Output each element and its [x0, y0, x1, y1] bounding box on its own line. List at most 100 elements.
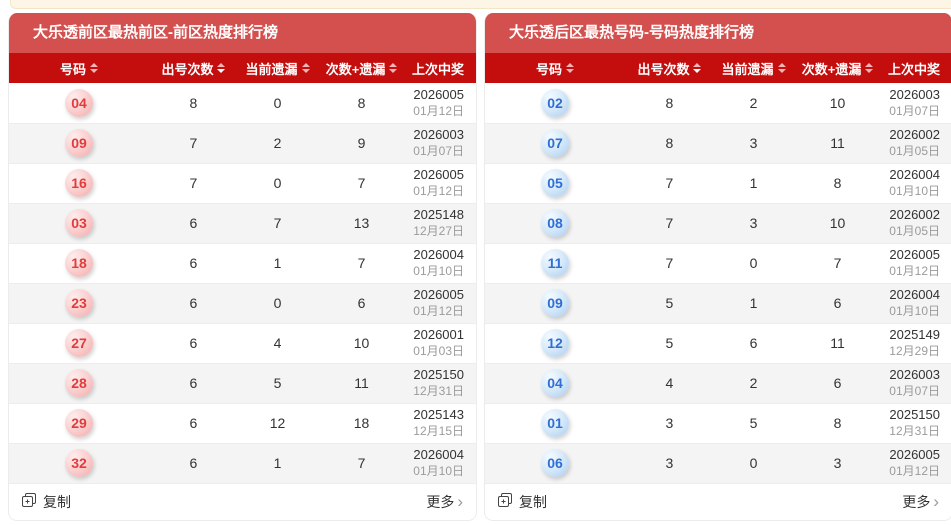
column-header-times[interactable]: 出号次数 — [149, 53, 238, 83]
copy-button[interactable]: 复制 — [22, 492, 71, 512]
current-miss-cell: 0 — [237, 283, 318, 324]
times-cell: 6 — [149, 323, 238, 364]
copy-icon — [498, 492, 513, 511]
draw-date: 01月03日 — [413, 344, 464, 358]
period-number: 2026005 — [889, 247, 940, 262]
column-header-times[interactable]: 出号次数 — [625, 53, 714, 83]
sum-cell: 6 — [793, 363, 882, 404]
current-miss-cell: 2 — [713, 83, 794, 124]
column-header-current-miss[interactable]: 当前遗漏 — [237, 53, 318, 83]
period-number: 2025150 — [413, 367, 464, 382]
column-header-times-plus-miss[interactable]: 次数+遗漏 — [793, 53, 882, 83]
last-win-cell: 2025148 12月27日 — [405, 203, 476, 244]
sort-icon — [693, 63, 702, 73]
panel-title: 大乐透前区最热前区-前区热度排行榜 — [9, 13, 476, 53]
current-miss-cell: 0 — [713, 443, 794, 484]
sort-icon — [865, 63, 874, 73]
last-win-cell: 2026002 01月05日 — [881, 123, 951, 164]
sum-cell: 11 — [793, 323, 882, 364]
sort-icon — [389, 63, 398, 73]
lottery-ball: 04 — [65, 88, 94, 117]
last-win-cell: 2025150 12月31日 — [881, 403, 951, 444]
period-number: 2026005 — [413, 86, 464, 102]
times-cell: 8 — [149, 83, 238, 124]
copy-button[interactable]: 复制 — [498, 492, 547, 512]
table-row: 03 6 7 13 2025148 12月27日 — [9, 203, 476, 244]
draw-date: 12月31日 — [413, 384, 464, 398]
table-row: 18 6 1 7 2026004 01月10日 — [9, 243, 476, 284]
period-number: 2026003 — [889, 367, 940, 382]
times-cell: 3 — [625, 443, 714, 484]
times-cell: 7 — [149, 123, 238, 164]
current-miss-cell: 6 — [713, 323, 794, 364]
last-win-cell: 2026005 01月12日 — [405, 163, 476, 204]
sum-cell: 13 — [317, 203, 406, 244]
table-row: 32 6 1 7 2026004 01月10日 — [9, 443, 476, 484]
lottery-ball: 18 — [65, 249, 94, 277]
panel-title: 大乐透后区最热号码-号码热度排行榜 — [485, 13, 951, 53]
times-cell: 8 — [625, 123, 714, 164]
last-win-cell: 2026005 01月12日 — [881, 243, 951, 284]
times-cell: 7 — [625, 203, 714, 244]
times-cell: 6 — [149, 403, 238, 444]
current-miss-cell: 0 — [713, 243, 794, 284]
column-header-times-plus-miss[interactable]: 次数+遗漏 — [317, 53, 406, 83]
lottery-ball: 32 — [65, 449, 94, 477]
lottery-ball: 05 — [541, 169, 570, 197]
lottery-ball: 02 — [541, 88, 570, 117]
current-miss-cell: 3 — [713, 203, 794, 244]
table-row: 27 6 4 10 2026001 01月03日 — [9, 323, 476, 364]
copy-label: 复制 — [519, 493, 547, 510]
column-header-last-win: 上次中奖 — [405, 53, 476, 83]
more-link[interactable]: 更多 › — [902, 492, 939, 512]
table-row: 29 6 12 18 2025143 12月15日 — [9, 403, 476, 444]
table-row: 04 4 2 6 2026003 01月07日 — [485, 363, 951, 404]
draw-date: 01月05日 — [889, 144, 940, 158]
table-row: 09 5 1 6 2026004 01月10日 — [485, 283, 951, 324]
draw-date: 12月29日 — [889, 344, 940, 358]
back-zone-table: 号码 出号次数 当前遗漏 次数+遗漏 上次中奖 02 8 2 10 2026003 01月07日 0… — [485, 53, 951, 484]
draw-date: 12月15日 — [413, 424, 464, 438]
period-number: 2026004 — [413, 247, 464, 262]
sum-cell: 11 — [793, 123, 882, 164]
times-cell: 7 — [625, 163, 714, 204]
sort-icon — [217, 63, 226, 73]
copy-label: 复制 — [43, 493, 71, 510]
more-label: 更多 — [426, 493, 455, 510]
draw-date: 01月07日 — [889, 103, 940, 118]
times-cell: 3 — [625, 403, 714, 444]
lottery-ball: 04 — [541, 369, 570, 397]
current-miss-cell: 12 — [237, 403, 318, 444]
current-miss-cell: 1 — [237, 443, 318, 484]
chevron-right-icon: › — [457, 492, 463, 511]
last-win-cell: 2026003 01月07日 — [881, 363, 951, 404]
table-row: 09 7 2 9 2026003 01月07日 — [9, 123, 476, 164]
front-zone-table: 号码 出号次数 当前遗漏 次数+遗漏 上次中奖 04 8 0 8 2026005 01月12日 09… — [9, 53, 476, 484]
draw-date: 12月31日 — [889, 424, 940, 438]
lottery-ball: 29 — [65, 409, 94, 437]
sort-icon — [90, 63, 99, 73]
sum-cell: 8 — [793, 163, 882, 204]
sum-cell: 9 — [317, 123, 406, 164]
sum-cell: 7 — [317, 243, 406, 284]
lottery-ball: 23 — [65, 289, 94, 317]
table-row: 07 8 3 11 2026002 01月05日 — [485, 123, 951, 164]
table-row: 11 7 0 7 2026005 01月12日 — [485, 243, 951, 284]
current-miss-cell: 7 — [237, 203, 318, 244]
lottery-ball: 27 — [65, 329, 94, 357]
lottery-ball: 01 — [541, 409, 570, 437]
current-miss-cell: 4 — [237, 323, 318, 364]
sum-cell: 11 — [317, 363, 406, 404]
column-header-number[interactable]: 号码 — [9, 53, 150, 83]
period-number: 2025148 — [413, 207, 464, 222]
more-link[interactable]: 更多 › — [426, 492, 463, 512]
current-miss-cell: 3 — [713, 123, 794, 164]
period-number: 2026005 — [413, 167, 464, 182]
table-header-row: 号码 出号次数 当前遗漏 次数+遗漏 上次中奖 — [485, 53, 951, 83]
table-row: 06 3 0 3 2026005 01月12日 — [485, 443, 951, 484]
column-header-number[interactable]: 号码 — [485, 53, 626, 83]
sort-icon — [777, 63, 786, 73]
column-header-current-miss[interactable]: 当前遗漏 — [713, 53, 794, 83]
lottery-ball: 03 — [65, 209, 94, 237]
more-label: 更多 — [902, 493, 931, 510]
